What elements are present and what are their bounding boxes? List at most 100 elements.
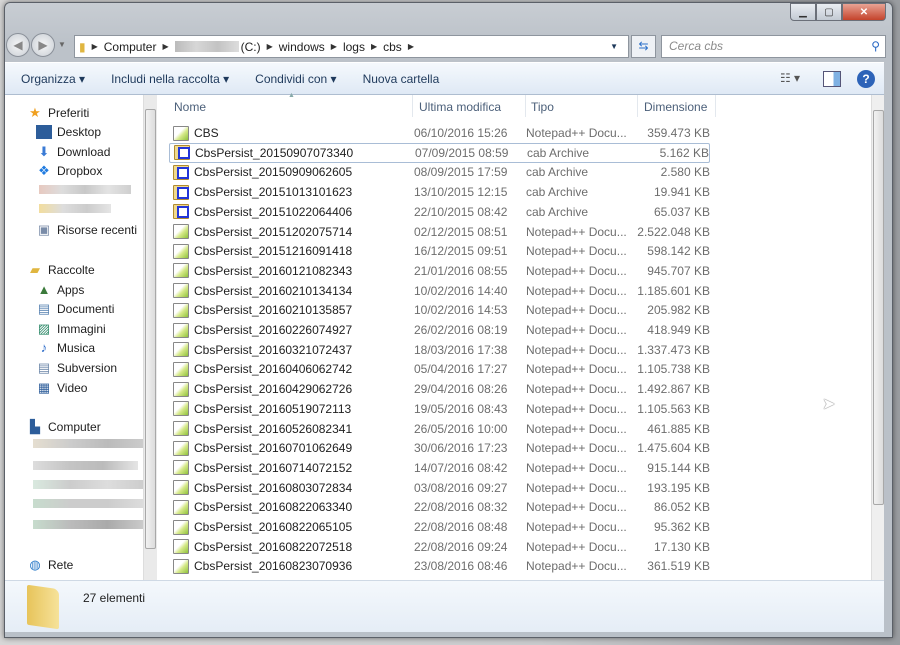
file-row[interactable]: CbsPersist_20160321072437 18/03/2016 17:… — [169, 340, 710, 360]
file-date: 13/10/2015 12:15 — [414, 185, 508, 200]
column-header-name[interactable]: Nome — [174, 100, 206, 114]
column-header-type[interactable]: Tipo — [531, 100, 554, 114]
file-row[interactable]: CbsPersist_20160210134134 10/02/2016 14:… — [169, 281, 710, 301]
redacted-drive-label — [174, 41, 239, 52]
file-name: CbsPersist_20160823070936 — [194, 559, 353, 574]
file-row[interactable]: CbsPersist_20160822065105 22/08/2016 08:… — [169, 517, 710, 537]
sidebar-item-desktop[interactable]: Desktop — [36, 123, 101, 141]
file-row[interactable]: CbsPersist_20160714072152 14/07/2016 08:… — [169, 458, 710, 478]
close-button[interactable]: ✕ — [842, 3, 886, 21]
file-list-scrollbar-thumb[interactable] — [873, 110, 884, 505]
file-list-scrollbar[interactable] — [871, 95, 884, 580]
search-icon[interactable]: ⚲ — [871, 36, 880, 57]
redacted-item — [33, 480, 145, 489]
sidebar-item-music[interactable]: ♪ Musica — [36, 339, 95, 357]
help-icon[interactable]: ? — [857, 70, 875, 88]
sidebar-item-documents[interactable]: ▤ Documenti — [36, 300, 115, 318]
chevron-right-icon[interactable]: ▶ — [92, 42, 98, 51]
minimize-button[interactable]: ▁ — [790, 3, 816, 21]
libraries-icon: ▰ — [30, 262, 40, 277]
caption-buttons: ▁ ▢ ✕ — [790, 3, 886, 21]
column-divider[interactable] — [525, 95, 526, 117]
notepad-document-icon — [173, 558, 189, 574]
notepad-document-icon — [173, 302, 189, 318]
breadcrumb-logs[interactable]: logs — [343, 40, 365, 54]
file-row[interactable]: CbsPersist_20160121082343 21/01/2016 08:… — [169, 261, 710, 281]
back-button[interactable]: ◀ — [6, 33, 30, 57]
file-row[interactable]: CbsPersist_20160429062726 29/04/2016 08:… — [169, 379, 710, 399]
column-divider[interactable] — [412, 95, 413, 117]
file-name: CbsPersist_20160210135857 — [194, 303, 353, 318]
file-row[interactable]: CbsPersist_20160406062742 05/04/2016 17:… — [169, 359, 710, 379]
column-header-date[interactable]: Ultima modifica — [419, 100, 501, 114]
file-row[interactable]: CbsPersist_20160822072518 22/08/2016 09:… — [169, 537, 710, 557]
file-row[interactable]: CbsPersist_20160526082341 26/05/2016 10:… — [169, 419, 710, 439]
file-type: Notepad++ Docu... — [526, 520, 627, 534]
forward-button[interactable]: ▶ — [31, 33, 55, 57]
search-input[interactable]: Cerca cbs ⚲ — [661, 35, 886, 58]
sidebar-scrollbar-thumb[interactable] — [145, 109, 156, 549]
sidebar-item-recent[interactable]: ▣ Risorse recenti — [36, 221, 137, 239]
address-dropdown-icon[interactable]: ▼ — [610, 42, 618, 51]
file-row[interactable]: CbsPersist_20160822063340 22/08/2016 08:… — [169, 497, 710, 517]
column-divider[interactable] — [715, 95, 716, 117]
chevron-right-icon[interactable]: ▶ — [162, 42, 168, 51]
sidebar-favorites[interactable]: ★ Preferiti — [27, 104, 89, 122]
refresh-button[interactable]: ⇆ — [631, 35, 656, 58]
file-name: CbsPersist_20160226074927 — [194, 323, 353, 337]
file-row[interactable]: CbsPersist_20160823070936 23/08/2016 08:… — [169, 556, 710, 576]
sidebar-item-subversion[interactable]: ▤ Subversion — [36, 359, 117, 377]
sidebar-label: Preferiti — [48, 106, 90, 120]
file-row[interactable]: CbsPersist_20160519072113 19/05/2016 08:… — [169, 399, 710, 419]
new-folder-button[interactable]: Nuova cartella — [363, 72, 440, 86]
sidebar-item-pictures[interactable]: ▨ Immagini — [36, 320, 106, 338]
file-row[interactable]: CbsPersist_20151013101623 13/10/2015 12:… — [169, 182, 710, 202]
file-row[interactable]: CbsPersist_20151202075714 02/12/2015 08:… — [169, 222, 710, 242]
address-bar[interactable]: ▮ ▶ Computer ▶ (C:) ▶ windows ▶ logs ▶ c… — [74, 35, 629, 58]
file-row[interactable]: CbsPersist_20150909062605 08/09/2015 17:… — [169, 162, 710, 182]
column-divider[interactable] — [637, 95, 638, 117]
file-row[interactable]: CbsPersist_20150907073340 07/09/2015 08:… — [169, 142, 710, 163]
file-row[interactable]: CbsPersist_20160701062649 30/06/2016 17:… — [169, 438, 710, 458]
sidebar-label: Musica — [57, 341, 96, 355]
file-type: Notepad++ Docu... — [526, 421, 627, 436]
include-in-library-button[interactable]: Includi nella raccolta ▾ — [111, 72, 229, 86]
column-header-size[interactable]: Dimensione — [644, 100, 707, 114]
file-date: 08/09/2015 17:59 — [414, 165, 508, 180]
file-row[interactable]: CbsPersist_20160803072834 03/08/2016 09:… — [169, 478, 710, 498]
chevron-right-icon[interactable]: ▶ — [408, 42, 414, 51]
sidebar-scrollbar[interactable] — [143, 95, 157, 580]
chevron-right-icon[interactable]: ▶ — [371, 42, 377, 51]
breadcrumb-cbs[interactable]: cbs — [383, 40, 402, 54]
preview-pane-icon[interactable] — [823, 71, 841, 87]
sidebar-item-download[interactable]: ⬇ Download — [36, 143, 111, 161]
sidebar-item-video[interactable]: ▦ Video — [36, 379, 88, 397]
file-date: 30/06/2016 17:23 — [414, 441, 508, 456]
breadcrumb-computer[interactable]: Computer — [104, 40, 157, 54]
sidebar-item-apps[interactable]: ▲ Apps — [36, 281, 85, 299]
recent-pages-icon[interactable]: ▼ — [58, 33, 66, 57]
file-row[interactable]: CbsPersist_20151022064406 22/10/2015 08:… — [169, 202, 710, 222]
view-options-icon[interactable]: ☷ ▾ — [775, 71, 805, 85]
file-date: 22/10/2015 08:42 — [414, 204, 508, 219]
sidebar-libraries[interactable]: ▰ Raccolte — [27, 261, 95, 279]
file-type: Notepad++ Docu... — [526, 303, 627, 318]
recent-places-icon: ▣ — [37, 222, 51, 237]
notepad-document-icon — [173, 440, 189, 456]
file-row[interactable]: CbsPersist_20160226074927 26/02/2016 08:… — [169, 320, 710, 340]
sidebar-network[interactable]: ◍ Rete — [27, 556, 73, 574]
share-with-button[interactable]: Condividi con ▾ — [255, 72, 336, 86]
breadcrumb-windows[interactable]: windows — [279, 40, 325, 54]
file-row[interactable]: CbsPersist_20160210135857 10/02/2016 14:… — [169, 300, 710, 320]
file-row[interactable]: CbsPersist_20151216091418 16/12/2015 09:… — [169, 241, 710, 261]
breadcrumb-drive[interactable]: (C:) — [241, 40, 261, 54]
organize-button[interactable]: Organizza ▾ — [21, 72, 85, 86]
file-name: CbsPersist_20160429062726 — [194, 382, 353, 397]
chevron-right-icon[interactable]: ▶ — [267, 42, 273, 51]
file-row[interactable]: CBS 06/10/2016 15:26 Notepad++ Docu... 3… — [169, 123, 710, 143]
maximize-button[interactable]: ▢ — [816, 3, 842, 21]
sidebar-computer[interactable]: ▙ Computer — [27, 418, 101, 436]
file-type: Notepad++ Docu... — [526, 460, 627, 475]
chevron-right-icon[interactable]: ▶ — [331, 42, 337, 51]
sidebar-item-dropbox[interactable]: ❖ Dropbox — [36, 162, 102, 180]
